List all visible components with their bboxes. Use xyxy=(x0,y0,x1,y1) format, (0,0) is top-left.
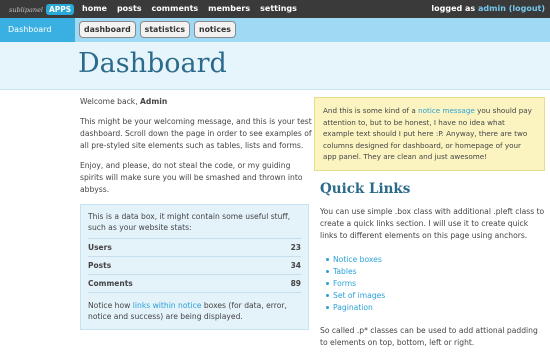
data-box-intro: This is a data box, it might contain som… xyxy=(88,212,291,232)
bullet-icon xyxy=(326,294,329,297)
stat-value: 23 xyxy=(260,238,301,257)
quick-link-forms[interactable]: Forms xyxy=(333,279,356,288)
section-title: Dashboard xyxy=(0,18,75,42)
main-column: Welcome back, Admin This might be your w… xyxy=(80,96,312,204)
bullet-icon xyxy=(326,258,329,261)
data-box-foot-before: Notice how xyxy=(88,301,131,310)
user-name-link[interactable]: admin xyxy=(478,4,506,13)
bullet-icon xyxy=(326,270,329,273)
sub-tabs: dashboard statistics notices xyxy=(79,21,240,38)
user-box: logged as admin (logout) xyxy=(431,0,545,18)
app-logo[interactable]: sublipanel APPS xyxy=(9,4,75,15)
nav-home[interactable]: home xyxy=(82,0,107,18)
nav-posts[interactable]: posts xyxy=(117,0,142,18)
logo-text: sublipanel xyxy=(9,5,43,14)
tab-notices[interactable]: notices xyxy=(194,21,236,38)
data-box: This is a data box, it might contain som… xyxy=(80,204,309,330)
bullet-icon xyxy=(326,306,329,309)
stat-label: Comments xyxy=(88,274,261,293)
list-item: Notice boxes xyxy=(326,254,385,266)
quick-link-tables[interactable]: Tables xyxy=(333,267,357,276)
tab-statistics[interactable]: statistics xyxy=(139,21,191,38)
quick-links-description: You can use simple .box class with addit… xyxy=(320,207,545,240)
notice-message-link[interactable]: notice message xyxy=(418,106,475,115)
quick-link-pagination[interactable]: Pagination xyxy=(333,303,373,312)
stats-table: Users 23 Posts 34 Comments 89 xyxy=(88,238,301,293)
nav-comments[interactable]: comments xyxy=(152,0,199,18)
stat-value: 34 xyxy=(260,256,301,275)
page-header: Dashboard xyxy=(0,42,550,90)
list-item: Pagination xyxy=(326,302,385,314)
tab-dashboard[interactable]: dashboard xyxy=(79,21,136,38)
logout-link[interactable]: (logout) xyxy=(509,4,545,13)
quick-links-list: Notice boxes Tables Forms Set of images … xyxy=(326,254,385,314)
sub-bar: Dashboard dashboard statistics notices xyxy=(0,18,550,42)
quick-links-footer: So called .p* classes can be used to add… xyxy=(320,326,538,347)
intro-paragraph-1: This might be your welcoming message, an… xyxy=(80,117,312,150)
table-row: Comments 89 xyxy=(88,274,301,293)
logo-badge: APPS xyxy=(46,4,75,15)
welcome-name: Admin xyxy=(140,97,168,106)
stat-label: Posts xyxy=(88,256,261,275)
notice-links-link[interactable]: links within notice xyxy=(133,301,202,310)
data-box-footer: Notice how links within notice boxes (fo… xyxy=(88,300,301,322)
stat-value: 89 xyxy=(260,274,301,293)
page-title: Dashboard xyxy=(78,48,227,79)
list-item: Forms xyxy=(326,278,385,290)
welcome-prefix: Welcome back, xyxy=(80,97,138,106)
nav-settings[interactable]: settings xyxy=(260,0,297,18)
intro-paragraph-2: Enjoy, and please, do not steal the code… xyxy=(80,161,303,194)
notice-box: And this is some kind of a notice messag… xyxy=(314,97,545,171)
table-row: Users 23 xyxy=(88,238,301,257)
user-prefix: logged as xyxy=(431,4,476,13)
welcome-message: Welcome back, Admin xyxy=(80,96,312,108)
table-row: Posts 34 xyxy=(88,256,301,275)
quick-link-images[interactable]: Set of images xyxy=(333,291,385,300)
list-item: Set of images xyxy=(326,290,385,302)
quick-links-title: Quick Links xyxy=(320,181,411,197)
notice-before: And this is some kind of a xyxy=(323,106,416,115)
top-nav: home posts comments members settings xyxy=(82,0,307,18)
nav-members[interactable]: members xyxy=(208,0,250,18)
quick-link-notice-boxes[interactable]: Notice boxes xyxy=(333,255,382,264)
stat-label: Users xyxy=(88,238,261,257)
top-bar: sublipanel APPS home posts comments memb… xyxy=(0,0,550,18)
bullet-icon xyxy=(326,282,329,285)
list-item: Tables xyxy=(326,266,385,278)
